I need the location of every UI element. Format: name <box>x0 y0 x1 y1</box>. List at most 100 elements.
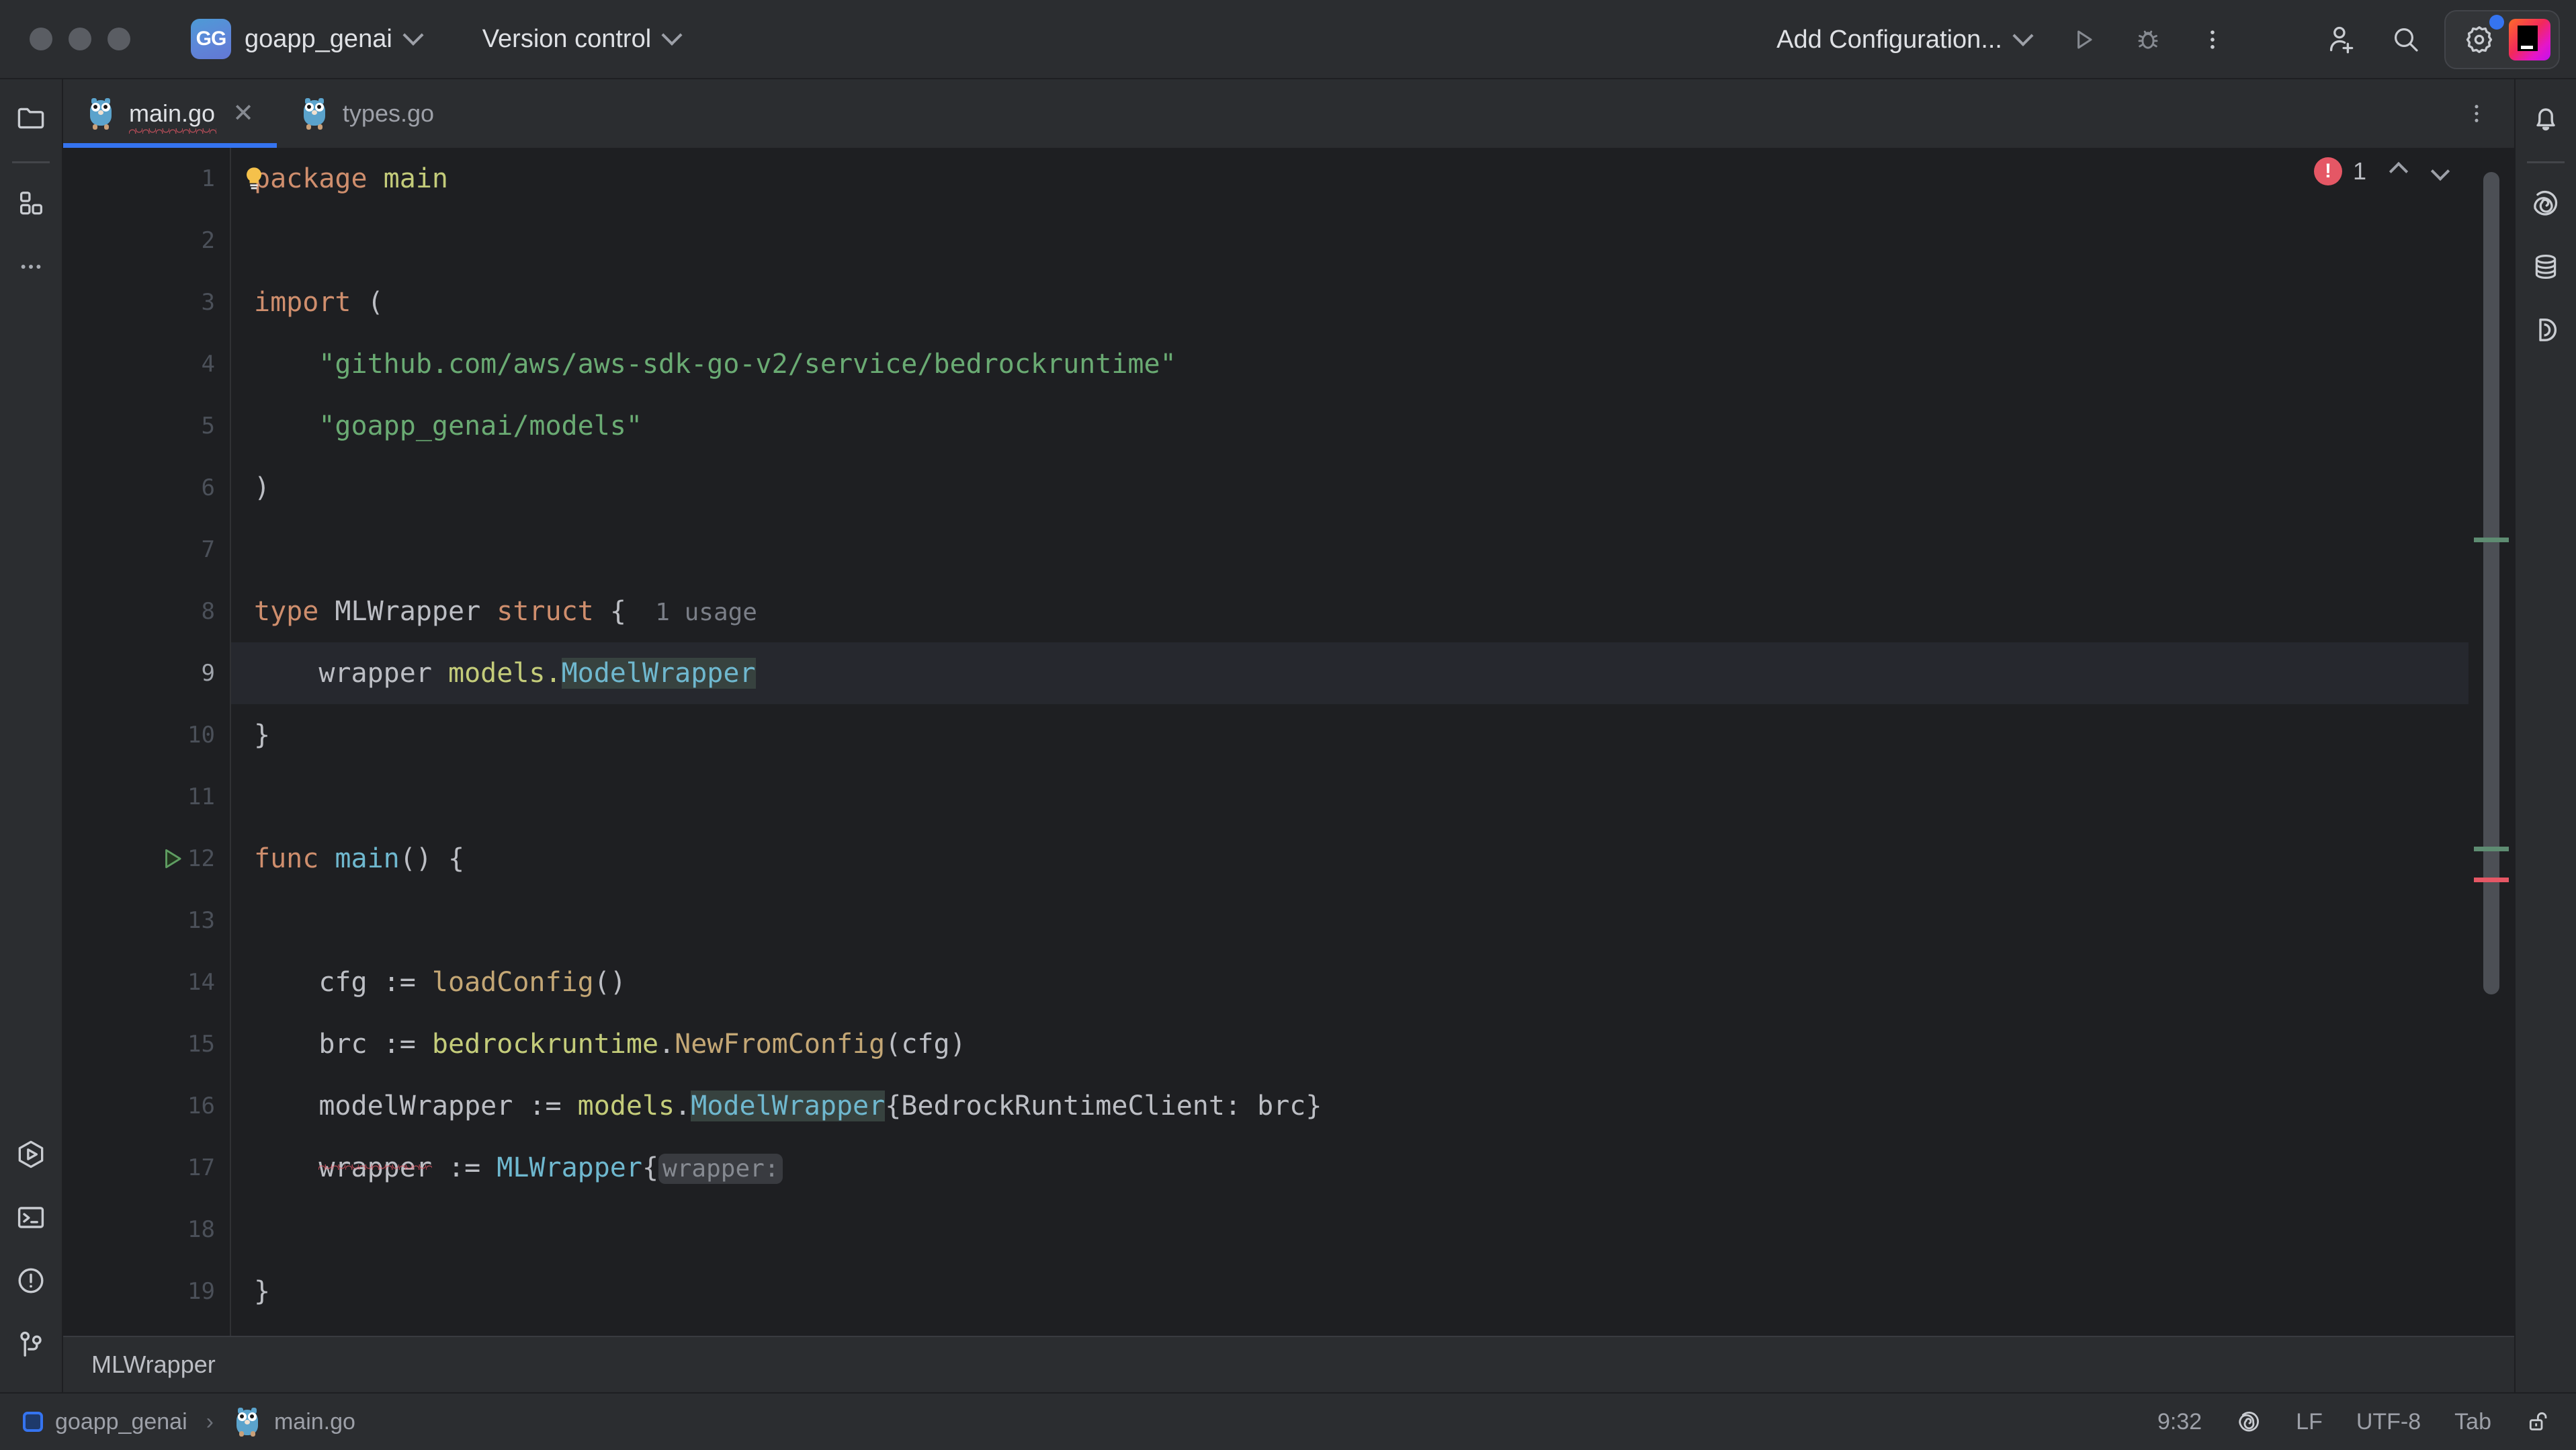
next-problem-icon[interactable] <box>2430 161 2450 181</box>
run-configuration-selector[interactable]: Add Configuration... <box>1766 20 2041 60</box>
encoding-selector[interactable]: UTF-8 <box>2356 1409 2421 1435</box>
maximize-window-button[interactable] <box>108 28 130 50</box>
tab-main-go[interactable]: main.go ✕ <box>63 79 277 148</box>
error-count-label: 1 <box>2352 157 2366 185</box>
line-separator-selector[interactable]: LF <box>2296 1409 2323 1435</box>
line-number: 14 <box>187 969 215 996</box>
editor-tab-bar: main.go ✕ types.go <box>63 79 2514 148</box>
sidebar-item-ai-assistant[interactable] <box>2522 179 2570 228</box>
search-button[interactable] <box>2380 13 2432 66</box>
code-line-1[interactable]: package main <box>231 148 2514 210</box>
caret-position-label: 9:32 <box>2157 1408 2202 1435</box>
breadcrumb-item-file[interactable]: main.go <box>274 1409 355 1435</box>
sidebar-item-git[interactable] <box>7 1320 55 1368</box>
editor-area: main.go ✕ types.go 1 2 3 4 5 6 7 8 9 10 … <box>62 79 2514 1392</box>
token-function-call: NewFromConfig <box>675 1029 886 1060</box>
code-line-7[interactable] <box>231 519 2514 581</box>
project-badge-icon: GG <box>191 19 231 59</box>
occurrence-marker[interactable] <box>2474 847 2509 851</box>
code-line-13[interactable] <box>231 890 2514 951</box>
inlay-usage-hint[interactable]: 1 usage <box>655 599 757 626</box>
readonly-toggle[interactable] <box>2525 1408 2552 1435</box>
settings-button[interactable] <box>2456 15 2504 62</box>
close-window-button[interactable] <box>30 28 52 50</box>
line-number: 15 <box>187 1031 215 1058</box>
project-selector[interactable]: GG goapp_genai <box>184 12 431 66</box>
inlay-parameter-hint[interactable]: wrapper: <box>658 1154 783 1184</box>
line-number: 16 <box>187 1093 215 1119</box>
sidebar-item-docker[interactable] <box>2522 306 2570 354</box>
sidebar-item-more[interactable] <box>7 243 55 291</box>
token-plain: () <box>593 967 626 998</box>
editor-tabs-more-button[interactable] <box>2456 79 2497 148</box>
token-string: "github.com/aws/aws-sdk-go-v2/service/be… <box>318 349 1176 380</box>
debug-button[interactable] <box>2122 13 2174 66</box>
line-number: 10 <box>187 722 215 749</box>
line-number: 7 <box>201 536 215 563</box>
minimize-window-button[interactable] <box>69 28 91 50</box>
chevron-down-icon <box>2012 25 2034 46</box>
sidebar-item-terminal[interactable] <box>7 1193 55 1242</box>
status-bar: goapp_genai › main.go 9:32 LF UTF-8 Tab <box>0 1392 2576 1450</box>
run-button[interactable] <box>2057 13 2110 66</box>
code-line-8[interactable]: type MLWrapper struct { 1 usage <box>231 167 2514 642</box>
code-line-19[interactable]: } <box>231 1261 2514 1322</box>
code-editor[interactable]: 1 2 3 4 5 6 7 8 9 10 11 12 13 14 15 16 1… <box>63 148 2514 1336</box>
tab-types-go[interactable]: types.go <box>277 79 457 148</box>
sidebar-item-database[interactable] <box>2522 243 2570 291</box>
code-line-15[interactable]: brc := bedrockruntime.NewFromConfig(cfg) <box>231 1013 2514 1075</box>
error-marker[interactable] <box>2474 878 2509 882</box>
window-controls <box>0 28 130 50</box>
code-line-20-partial[interactable]: 20 <box>231 1322 2514 1336</box>
sidebar-item-project[interactable] <box>7 94 55 142</box>
goroutines-indicator[interactable] <box>2235 1408 2262 1435</box>
code-text-area[interactable]: package main import ( "github.com/aws/aw… <box>231 148 2514 1336</box>
goland-logo-icon[interactable] <box>2509 19 2550 60</box>
sidebar-item-notifications[interactable] <box>2522 94 2570 142</box>
settings-and-product-group <box>2444 10 2560 69</box>
code-line-11[interactable] <box>231 766 2514 828</box>
token-function-call: loadConfig <box>431 967 594 998</box>
stripe-divider <box>12 161 50 163</box>
line-number: 8 <box>201 598 215 625</box>
token-package: bedrockruntime <box>431 1029 659 1060</box>
code-line-16[interactable]: modelWrapper := models.ModelWrapper{Bedr… <box>231 1075 2514 1137</box>
line-number: 11 <box>187 783 215 810</box>
editor-marker-bar[interactable] <box>2468 148 2514 1336</box>
code-line-10[interactable]: } <box>231 704 2514 766</box>
gutter-run-icon[interactable] <box>160 845 185 873</box>
code-line-9[interactable]: wrapper models.ModelWrapper <box>231 642 2514 704</box>
code-line-2[interactable] <box>231 210 2514 271</box>
breadcrumb-item-module[interactable]: goapp_genai <box>55 1409 187 1435</box>
editor-scrollbar-thumb[interactable] <box>2483 172 2499 994</box>
more-actions-button[interactable] <box>2186 13 2239 66</box>
code-line-5[interactable]: "goapp_genai/models" <box>231 395 2514 457</box>
token-type-highlighted: ModelWrapper <box>691 1091 886 1121</box>
close-icon[interactable]: ✕ <box>232 101 254 126</box>
token-plain: MLWrapper <box>318 596 497 627</box>
add-user-button[interactable] <box>2315 13 2368 66</box>
version-control-menu[interactable]: Version control <box>473 19 689 59</box>
code-line-6[interactable]: ) <box>231 457 2514 519</box>
encoding-label: UTF-8 <box>2356 1408 2421 1435</box>
code-line-17[interactable]: wrapper := MLWrapper{wrapper: <box>231 1137 2514 1199</box>
occurrence-marker[interactable] <box>2474 538 2509 542</box>
editor-gutter[interactable]: 1 2 3 4 5 6 7 8 9 10 11 12 13 14 15 16 1… <box>63 148 231 1336</box>
code-line-4[interactable]: "github.com/aws/aws-sdk-go-v2/service/be… <box>231 333 2514 395</box>
breadcrumb[interactable]: goapp_genai › main.go <box>23 1407 355 1437</box>
caret-position[interactable]: 9:32 <box>2157 1409 2202 1435</box>
indent-selector[interactable]: Tab <box>2454 1409 2491 1435</box>
title-bar-right-group: Add Configuration... <box>1766 0 2576 79</box>
code-line-14[interactable]: cfg := loadConfig() <box>231 951 2514 1013</box>
code-line-12[interactable]: func main() { <box>231 828 2514 890</box>
code-line-18[interactable] <box>231 1199 2514 1261</box>
chevron-down-icon <box>402 24 424 46</box>
intention-bulb-icon[interactable] <box>241 163 267 194</box>
code-line-3[interactable]: import ( <box>231 271 2514 333</box>
inspection-widget[interactable]: ! 1 <box>2313 157 2450 185</box>
sidebar-item-structure[interactable] <box>7 179 55 228</box>
line-number: 4 <box>201 351 215 378</box>
sidebar-item-problems[interactable] <box>7 1256 55 1305</box>
sidebar-item-run[interactable] <box>7 1130 55 1179</box>
prev-problem-icon[interactable] <box>2389 161 2409 181</box>
